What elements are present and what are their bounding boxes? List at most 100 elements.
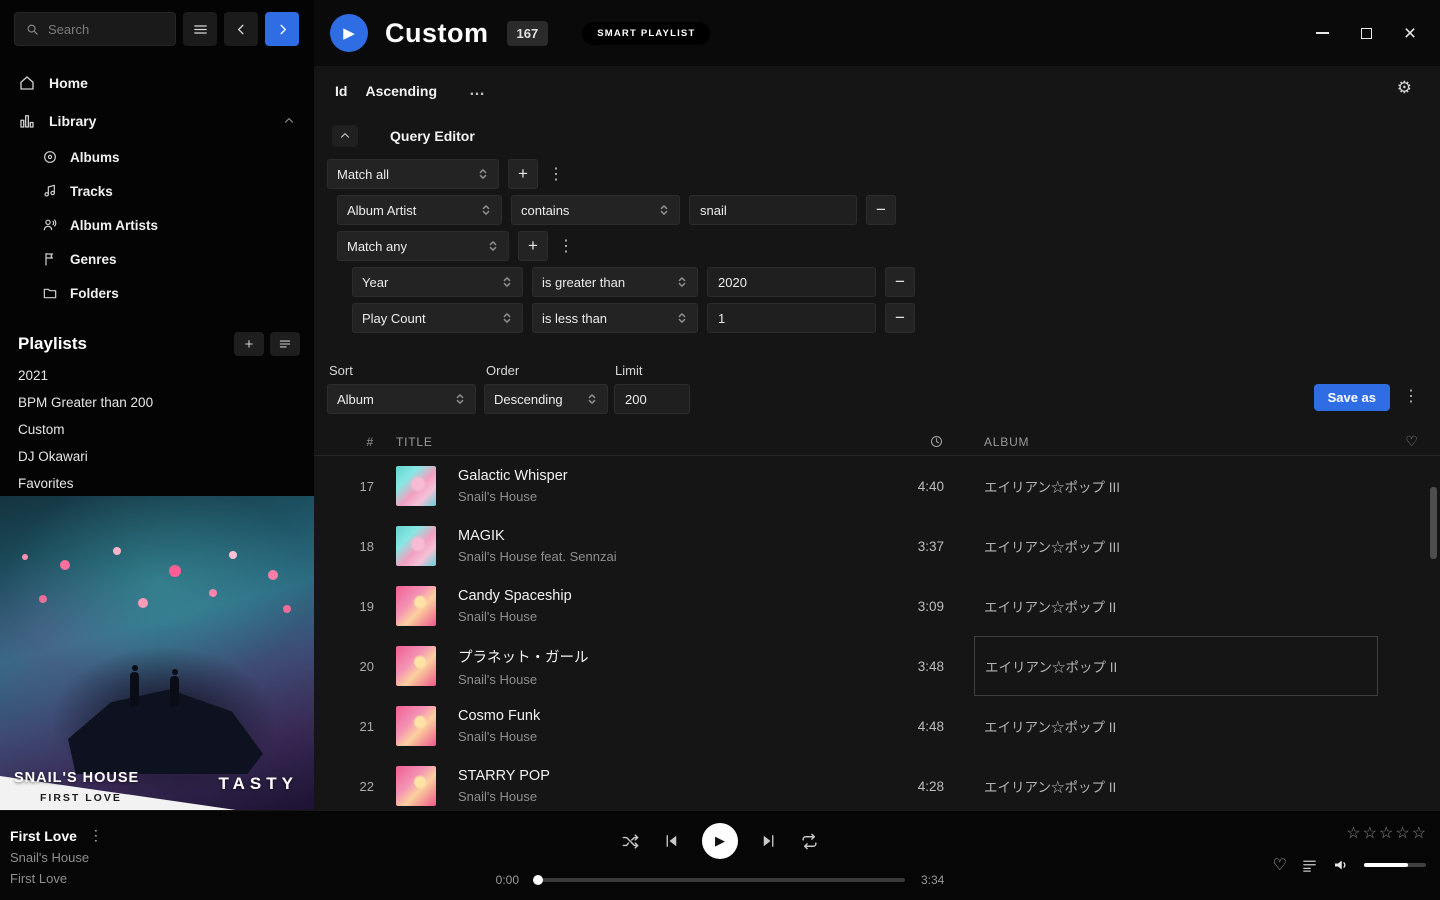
maximize-button[interactable] bbox=[1344, 11, 1388, 55]
play-playlist-button[interactable]: ▶ bbox=[330, 14, 368, 52]
add-playlist-button[interactable]: + bbox=[234, 332, 264, 356]
group-rule2-operator-select[interactable]: is less than bbox=[532, 303, 698, 333]
track-row[interactable]: 18 MAGIK Snail's House feat. Sennzai 3:3… bbox=[314, 516, 1440, 576]
scrollbar-thumb[interactable] bbox=[1430, 487, 1437, 559]
number-column-header[interactable]: # bbox=[314, 435, 374, 449]
track-album[interactable]: エイリアン☆ポップ III bbox=[984, 536, 1384, 556]
close-button[interactable]: × bbox=[1388, 11, 1432, 55]
track-album[interactable]: エイリアン☆ポップ III bbox=[984, 476, 1384, 496]
hamburger-icon bbox=[192, 21, 209, 38]
favorite-heart-icon[interactable]: ♡ bbox=[1273, 855, 1287, 875]
playlist-options-button[interactable] bbox=[270, 332, 300, 356]
track-album-focused[interactable]: エイリアン☆ポップ II bbox=[974, 636, 1378, 696]
playlist-item-2021[interactable]: 2021 bbox=[0, 362, 314, 389]
query-editor-collapse-button[interactable] bbox=[332, 125, 358, 147]
collapse-library-icon[interactable] bbox=[282, 114, 296, 128]
group-rule-field-select[interactable]: Year bbox=[352, 267, 523, 297]
playlists-header: Playlists + bbox=[18, 332, 300, 356]
track-album[interactable]: エイリアン☆ポップ II bbox=[984, 776, 1384, 796]
limit-input[interactable] bbox=[614, 384, 690, 414]
playlist-item-dj-okawari[interactable]: DJ Okawari bbox=[0, 443, 314, 470]
home-icon bbox=[18, 74, 36, 92]
root-match-select[interactable]: Match all bbox=[327, 159, 499, 189]
playlist-header: ▶ Custom 167 SMART PLAYLIST × bbox=[314, 0, 1440, 66]
genres-label: Genres bbox=[70, 252, 117, 267]
remove-group-rule-button[interactable]: − bbox=[885, 267, 915, 297]
menu-button[interactable] bbox=[183, 12, 217, 46]
sidebar-item-library[interactable]: Library bbox=[0, 102, 314, 140]
save-menu-icon[interactable]: ⋮ bbox=[1402, 386, 1420, 406]
add-group-rule-button[interactable]: + bbox=[518, 231, 548, 261]
sidebar-item-genres[interactable]: Genres bbox=[0, 242, 314, 276]
settings-gear-icon[interactable]: ⚙ bbox=[1397, 78, 1412, 98]
album-column-header[interactable]: ALBUM bbox=[984, 435, 1384, 449]
sidebar-item-tracks[interactable]: Tracks bbox=[0, 174, 314, 208]
transport-controls: ▶ 0:00 3:34 bbox=[0, 823, 1440, 887]
sort-order-button[interactable]: Ascending bbox=[365, 83, 437, 99]
star-icon[interactable]: ☆ bbox=[1379, 823, 1393, 843]
track-row[interactable]: 22 STARRY POP Snail's House 4:28 エイリアン☆ポ… bbox=[314, 756, 1440, 810]
shuffle-button[interactable] bbox=[621, 832, 640, 851]
now-playing-artwork: SNAIL'S HOUSE FIRST LOVE TASTY bbox=[0, 496, 314, 810]
sort-field-button[interactable]: Id bbox=[335, 83, 347, 99]
rule-field-value: Album Artist bbox=[347, 203, 416, 218]
track-number: 17 bbox=[314, 479, 374, 494]
track-row[interactable]: 17 Galactic Whisper Snail's House 4:40 エ… bbox=[314, 456, 1440, 516]
nav-forward-button[interactable] bbox=[265, 12, 299, 46]
playlist-item-bpm[interactable]: BPM Greater than 200 bbox=[0, 389, 314, 416]
track-album[interactable]: エイリアン☆ポップ II bbox=[984, 716, 1384, 736]
group-match-select[interactable]: Match any bbox=[337, 231, 509, 261]
star-icon[interactable]: ☆ bbox=[1395, 823, 1409, 843]
playlist-item-favorites[interactable]: Favorites bbox=[0, 470, 314, 497]
queue-icon[interactable] bbox=[1301, 857, 1318, 874]
rule-group-menu-icon[interactable]: ⋮ bbox=[547, 164, 565, 184]
repeat-button[interactable] bbox=[800, 832, 819, 851]
remove-group-rule2-button[interactable]: − bbox=[885, 303, 915, 333]
track-row[interactable]: 19 Candy Spaceship Snail's House 3:09 エイ… bbox=[314, 576, 1440, 636]
search-input[interactable] bbox=[48, 22, 165, 37]
group-rule-value-input[interactable] bbox=[707, 267, 876, 297]
minimize-button[interactable] bbox=[1300, 11, 1344, 55]
seek-bar[interactable] bbox=[535, 878, 905, 882]
volume-icon[interactable] bbox=[1332, 856, 1350, 874]
sort-by-select[interactable]: Album bbox=[327, 384, 476, 414]
group-rule2-field-select[interactable]: Play Count bbox=[352, 303, 523, 333]
more-options-icon[interactable]: … bbox=[469, 82, 486, 100]
search-box[interactable] bbox=[14, 12, 176, 46]
nav-back-button[interactable] bbox=[224, 12, 258, 46]
rule-operator-select[interactable]: contains bbox=[511, 195, 680, 225]
sidebar-item-album-artists[interactable]: Album Artists bbox=[0, 208, 314, 242]
sort-toolbar: Id Ascending … ⚙ bbox=[335, 78, 1420, 104]
track-row[interactable]: 20 プラネット・ガール Snail's House 3:48 エイリアン☆ポッ… bbox=[314, 636, 1440, 696]
track-row[interactable]: 21 Cosmo Funk Snail's House 4:48 エイリアン☆ポ… bbox=[314, 696, 1440, 756]
volume-slider[interactable] bbox=[1364, 863, 1426, 867]
sort-label: Sort bbox=[329, 363, 353, 378]
add-rule-button[interactable]: + bbox=[508, 159, 538, 189]
maximize-icon bbox=[1361, 28, 1372, 39]
next-button[interactable] bbox=[760, 832, 778, 850]
favorite-column-header[interactable]: ♡ bbox=[1384, 433, 1440, 450]
rule-value-input[interactable] bbox=[689, 195, 857, 225]
order-select[interactable]: Descending bbox=[484, 384, 608, 414]
star-icon[interactable]: ☆ bbox=[1363, 823, 1377, 843]
star-icon[interactable]: ☆ bbox=[1346, 823, 1360, 843]
star-icon[interactable]: ☆ bbox=[1412, 823, 1426, 843]
select-updown-icon bbox=[586, 392, 598, 406]
group-rule2-value-input[interactable] bbox=[707, 303, 876, 333]
sidebar-item-albums[interactable]: Albums bbox=[0, 140, 314, 174]
play-pause-button[interactable]: ▶ bbox=[702, 823, 738, 859]
sidebar-item-folders[interactable]: Folders bbox=[0, 276, 314, 310]
seek-knob[interactable] bbox=[533, 875, 543, 885]
group-menu-icon[interactable]: ⋮ bbox=[557, 236, 575, 256]
playlist-item-custom[interactable]: Custom bbox=[0, 416, 314, 443]
group-rule-operator-select[interactable]: is greater than bbox=[532, 267, 698, 297]
previous-button[interactable] bbox=[662, 832, 680, 850]
remove-rule-button[interactable]: − bbox=[866, 195, 896, 225]
sidebar-item-home[interactable]: Home bbox=[0, 64, 314, 102]
save-as-button[interactable]: Save as bbox=[1314, 384, 1390, 411]
rule-field-select[interactable]: Album Artist bbox=[337, 195, 502, 225]
track-album[interactable]: エイリアン☆ポップ II bbox=[984, 596, 1384, 616]
duration-column-header[interactable] bbox=[880, 434, 950, 449]
select-updown-icon bbox=[501, 275, 513, 289]
title-column-header[interactable]: TITLE bbox=[396, 435, 880, 449]
